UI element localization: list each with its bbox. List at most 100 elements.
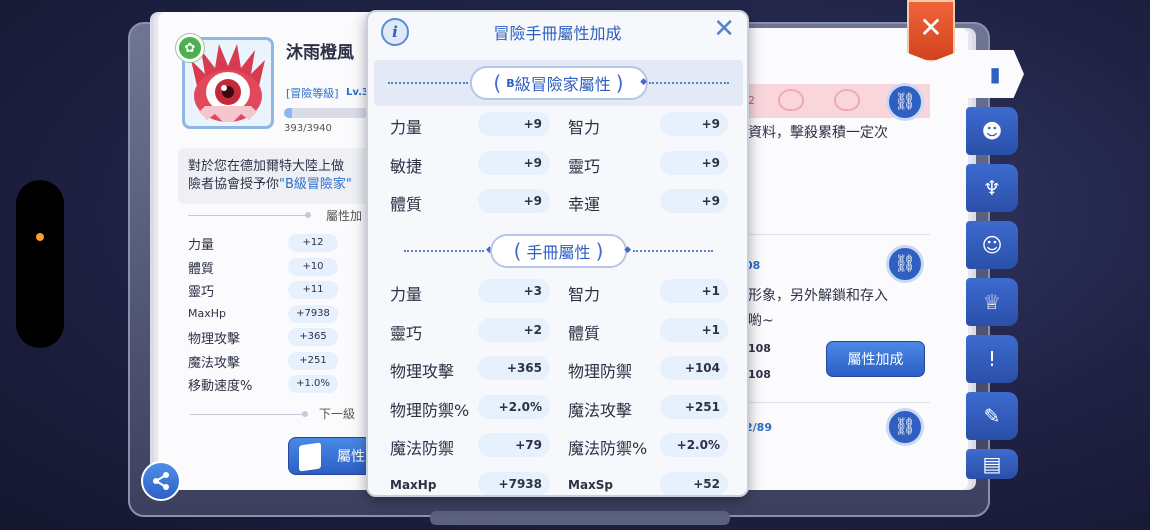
stat-name: 魔法攻擊 [568,400,633,420]
handbook-stat-grid: 力量 +3 智力 +1 靈巧 +2 體質 +1 物理攻擊 +365 物理防禦 +104 物理… [390,275,730,495]
adventure-rank-label: [冒險等級] [286,87,339,100]
card-value: 108 [748,368,771,381]
tab-monster[interactable]: ☻ [966,107,1018,155]
stat-row: 物理攻擊 +365 物理防禦 +104 [390,352,730,391]
stat-name: 靈巧 [188,285,215,300]
stat-name: 靈巧 [568,156,601,176]
tab-more[interactable]: ▤ [966,449,1018,479]
screen-notch [16,180,64,348]
link-icon[interactable]: ⛓ [886,83,924,121]
stat-row: 物理防禦% +2.0% 魔法攻擊 +251 [390,391,730,430]
modal-close-icon[interactable]: ✕ [713,14,735,44]
tab-npc[interactable]: ! [966,335,1018,383]
stat-value: +9 [478,189,550,213]
section-title: 手冊屬性 [526,243,591,262]
book-icon [299,442,321,472]
stat-value: +12 [288,234,338,252]
stat-row: 體質 +9 幸運 +9 [390,185,730,224]
stat-cell: MaxSp +52 [568,468,738,495]
stat-value: +2.0% [660,433,728,457]
close-book-button[interactable]: ✕ [907,0,955,62]
tab-headwear[interactable]: ♆ [966,164,1018,212]
chef-hat-icon: ♕ [983,290,1001,314]
tab-handbook[interactable]: ▮ [966,50,1024,98]
stat-cell: 魔法攻擊 +251 [568,391,738,429]
tab-pet[interactable]: ☺ [966,221,1018,269]
rank-highlight: "B級冒險家" [279,177,352,192]
exp-progress-bar [284,108,368,118]
open-book-icon: ✎ [983,404,1001,428]
stat-value: +3 [478,279,550,303]
stat-name: 智力 [568,285,601,304]
divider-line [190,414,305,415]
stat-value: +9 [478,150,550,175]
stat-value: +1.0% [288,375,338,393]
left-stat-row: 體質 +10 [188,256,374,280]
attribute-button[interactable]: 屬性 [288,437,374,475]
stat-row: 靈巧 +2 體質 +1 [390,314,730,353]
stat-name: MaxHp [390,477,437,492]
link-icon[interactable]: ⛓ [886,408,924,446]
stat-value: +365 [478,356,550,380]
stat-name: 幸運 [568,195,601,214]
exp-progress-fill [284,108,293,118]
stat-cell: MaxHp +7938 [390,468,560,495]
stat-cell: 物理攻擊 +365 [390,352,560,390]
attribute-bonus-button[interactable]: 屬性加成 [826,341,925,377]
stat-cell: 物理防禦% +2.0% [390,391,560,429]
stat-value: +7938 [478,471,550,495]
bracket-right-icon: ) [615,71,624,95]
stat-row: 敏捷 +9 靈巧 +9 [390,147,730,186]
stat-name: 靈巧 [390,323,423,343]
stat-cell: 物理防禦 +104 [568,352,738,390]
dotted-line [649,82,729,84]
modal-title: 冒險手冊屬性加成 [493,24,622,43]
stat-name: MaxHp [188,306,226,320]
stat-name: 魔法防禦 [390,439,455,458]
section-header-rank: ◆ ( B級冒險家屬性 ) ◆ [374,60,743,106]
diamond-icon: ◆ [624,245,631,255]
stat-value: +2.0% [478,394,550,419]
divider-line [188,215,308,216]
attribute-heading-label: 屬性加 [326,209,363,223]
stat-value: +10 [288,257,338,276]
stat-cell: 體質 +1 [568,314,738,352]
stat-name: 移動速度% [188,379,253,394]
share-icon [153,472,169,490]
pet-icon: ☺ [981,233,1003,257]
link-icon[interactable]: ⛓ [886,245,924,283]
dotted-line [633,250,713,252]
stat-name: 魔法防禦% [568,439,648,458]
tab-cooking[interactable]: ♕ [966,278,1018,326]
stat-name: 體質 [390,195,423,214]
tab-collection[interactable]: ✎ [966,392,1018,440]
left-stat-row: 靈巧 +11 [188,279,374,303]
stat-name: 力量 [390,118,423,137]
stat-value: +9 [478,112,550,136]
cat-face-icon [834,89,860,111]
bracket-left-icon: ( [513,239,522,263]
stat-name: 敏捷 [390,156,423,176]
stat-name: 魔法攻擊 [188,355,241,371]
dotted-line [388,82,468,84]
card-divider [740,402,930,403]
left-stat-row: MaxHp +7938 [188,303,374,327]
stat-value: +9 [660,112,728,136]
stat-name: 力量 [188,238,215,253]
adventurer-badge-icon: ✿ [176,34,204,62]
stat-cell: 敏捷 +9 [390,147,560,185]
card-progress: 2/89 [745,421,772,434]
left-stat-row: 力量 +12 [188,232,374,256]
stat-name: 智力 [568,118,601,137]
stat-value: +365 [288,328,338,346]
card-divider [740,234,930,235]
bracket-right-icon: ) [595,239,604,263]
left-stat-row: 物理攻擊 +365 [188,326,374,350]
stat-row: 力量 +3 智力 +1 [390,275,730,314]
description-line-2: 險者協會授予你"B級冒險家" [188,176,364,194]
stat-cell: 幸運 +9 [568,185,738,223]
section-header-handbook: ◆ ( 手冊屬性 ) ◆ [374,228,743,274]
stat-row: 力量 +9 智力 +9 [390,108,730,147]
share-button[interactable] [141,461,181,501]
left-stat-row: 魔法攻擊 +251 [188,350,374,374]
